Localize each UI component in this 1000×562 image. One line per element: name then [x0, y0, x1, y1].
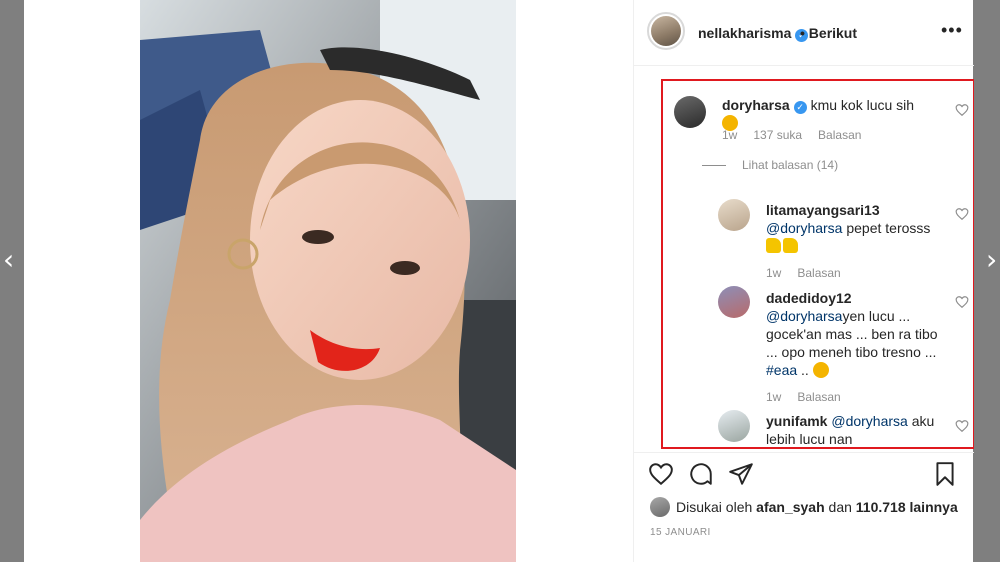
post-photo — [140, 0, 516, 562]
comments-list[interactable]: doryharsa ✓ kmu kok lucu sih 1w 137 suka Ba… — [634, 66, 974, 452]
post-header: nellakharisma ✓ • Berikut ••• — [634, 0, 974, 66]
author-avatar[interactable] — [647, 12, 685, 50]
post-modal: nellakharisma ✓ • Berikut ••• doryharsa ✓ … — [24, 0, 974, 562]
likes-summary: Disukai oleh afan_syah dan 110.718 lainn… — [650, 497, 958, 517]
post-actions-bar — [634, 452, 974, 496]
previous-post-arrow-icon[interactable]: ‹ — [3, 245, 23, 275]
comment-bubble-icon[interactable] — [688, 461, 714, 487]
like-heart-icon[interactable] — [648, 461, 674, 487]
author-username[interactable]: nellakharisma ✓ — [698, 25, 809, 42]
share-send-icon[interactable] — [728, 461, 754, 487]
comment-highlight-box — [661, 79, 974, 449]
likes-count-link[interactable]: 110.718 lainnya — [856, 499, 958, 515]
post-side-panel: nellakharisma ✓ • Berikut ••• doryharsa ✓ … — [633, 0, 974, 562]
liker-avatar[interactable] — [650, 497, 670, 517]
post-date[interactable]: 15 JANUARI — [650, 527, 711, 538]
liker-username[interactable]: afan_syah — [756, 499, 824, 515]
more-options-icon[interactable]: ••• — [941, 20, 963, 41]
post-media — [24, 0, 633, 562]
follow-status-button[interactable]: • Berikut — [800, 25, 857, 41]
next-post-arrow-icon[interactable]: › — [986, 245, 1000, 275]
save-bookmark-icon[interactable] — [932, 461, 958, 487]
